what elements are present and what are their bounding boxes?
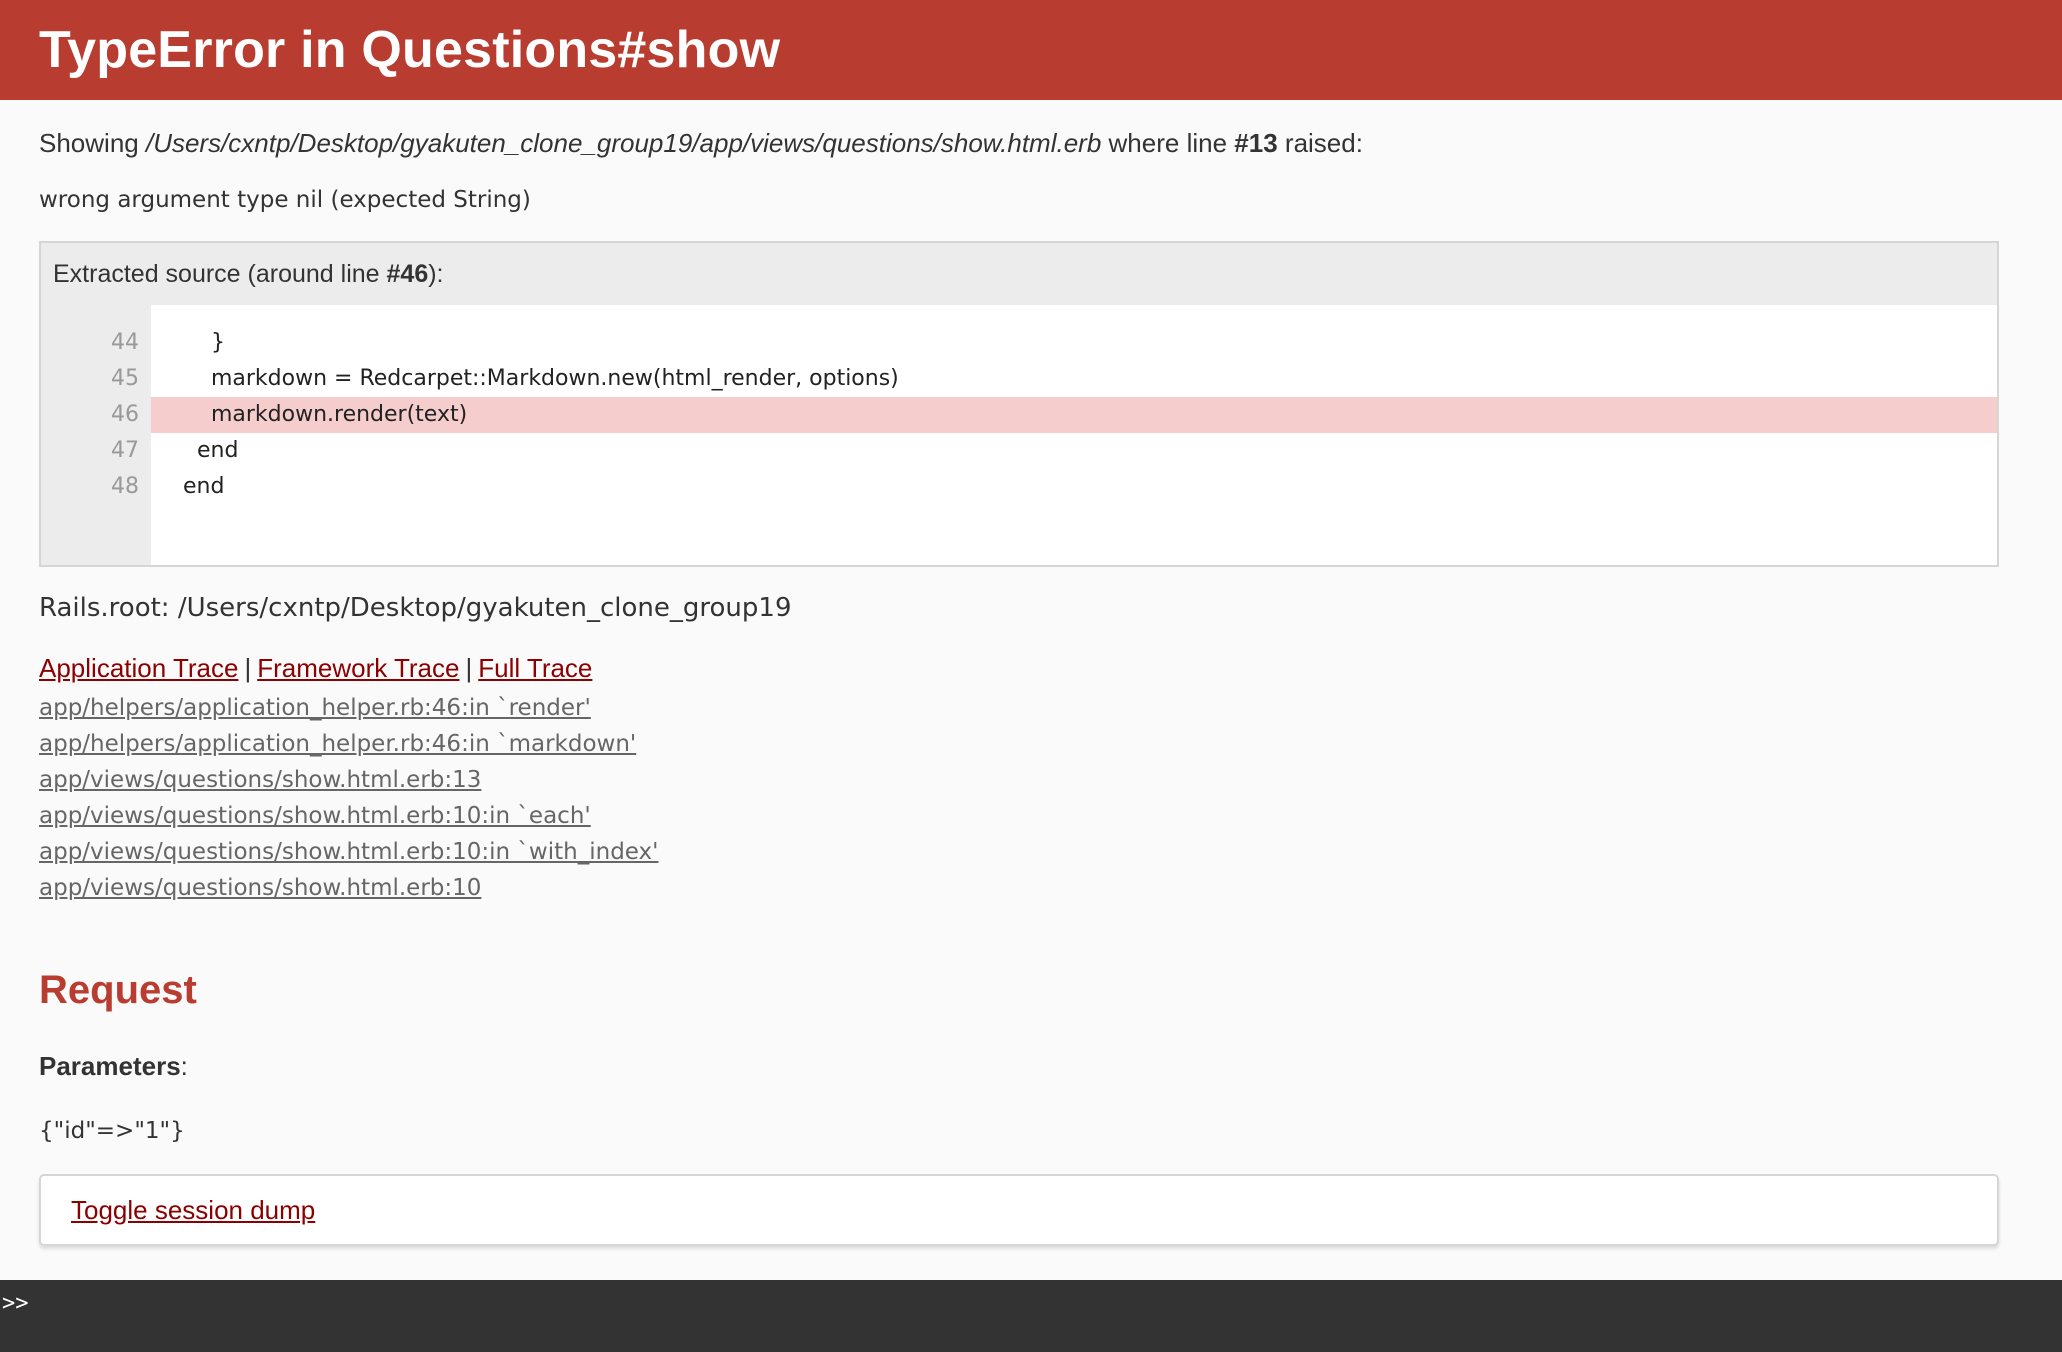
source-title-prefix: Extracted source (around line — [53, 259, 380, 288]
error-message: wrong argument type nil (expected String… — [39, 187, 531, 213]
showing-suffix: raised: — [1284, 128, 1363, 158]
line-number: 47 — [111, 438, 139, 463]
code-line-highlighted: markdown.render(text) — [151, 397, 1997, 433]
template-path: /Users/cxntp/Desktop/gyakuten_clone_grou… — [145, 128, 1102, 158]
showing-middle: where line — [1108, 128, 1228, 158]
code-line: markdown = Redcarpet::Markdown.new(html_… — [169, 366, 899, 391]
line-number: 46 — [111, 402, 139, 427]
page-title: TypeError in Questions#show — [39, 21, 781, 79]
trace-item[interactable]: app/views/questions/show.html.erb:13 — [39, 762, 2023, 798]
trace-list: app/helpers/application_helper.rb:46:in … — [39, 690, 2023, 906]
console-prompt: >> — [2, 1291, 29, 1316]
main-content: Showing /Users/cxntp/Desktop/gyakuten_cl… — [0, 126, 2062, 1246]
trace-separator: | — [465, 653, 473, 683]
source-title-suffix: ): — [428, 259, 444, 288]
full-trace-link[interactable]: Full Trace — [478, 653, 592, 683]
source-body: 44 45 46 47 48 } markdown = Redcarpet::M… — [41, 305, 1997, 565]
parameters-label-text: Parameters — [39, 1051, 181, 1081]
parameters-colon: : — [180, 1051, 188, 1081]
trace-item[interactable]: app/helpers/application_helper.rb:46:in … — [39, 726, 2023, 762]
trace-item[interactable]: app/views/questions/show.html.erb:10:in … — [39, 834, 2023, 870]
request-heading: Request — [39, 968, 197, 1012]
parameters-value: {"id"=>"1"} — [39, 1118, 185, 1144]
raised-line-number: #13 — [1234, 128, 1278, 158]
source-title: Extracted source (around line #46): — [41, 243, 1997, 305]
session-dump-box: Toggle session dump — [39, 1174, 1999, 1246]
trace-item[interactable]: app/views/questions/show.html.erb:10 — [39, 870, 2023, 906]
source-title-line: #46 — [386, 259, 429, 288]
trace-links: Application Trace | Framework Trace | Full T… — [39, 653, 2023, 684]
trace-item[interactable]: app/views/questions/show.html.erb:10:in … — [39, 798, 2023, 834]
rails-root: Rails.root: /Users/cxntp/Desktop/gyakute… — [39, 593, 792, 623]
line-numbers: 44 45 46 47 48 — [41, 305, 151, 565]
trace-item[interactable]: app/helpers/application_helper.rb:46:in … — [39, 690, 2023, 726]
code-line: end — [169, 438, 239, 463]
code-line: } — [169, 330, 225, 355]
toggle-session-dump-link[interactable]: Toggle session dump — [71, 1195, 315, 1226]
console-input[interactable] — [28, 1290, 1933, 1317]
application-trace-link[interactable]: Application Trace — [39, 653, 238, 683]
trace-separator: | — [244, 653, 252, 683]
extracted-source: Extracted source (around line #46): 44 4… — [39, 241, 1999, 567]
line-number: 44 — [111, 330, 139, 355]
error-header: TypeError in Questions#show — [0, 0, 2062, 100]
line-number: 48 — [111, 474, 139, 499]
web-console: >> — [0, 1280, 2062, 1352]
code-lines: } markdown = Redcarpet::Markdown.new(htm… — [151, 305, 1997, 565]
showing-prefix: Showing — [39, 128, 139, 158]
framework-trace-link[interactable]: Framework Trace — [257, 653, 459, 683]
line-number: 45 — [111, 366, 139, 391]
showing-line: Showing /Users/cxntp/Desktop/gyakuten_cl… — [39, 126, 2023, 160]
parameters-label: Parameters: — [39, 1051, 2023, 1082]
code-line: end — [169, 474, 225, 499]
